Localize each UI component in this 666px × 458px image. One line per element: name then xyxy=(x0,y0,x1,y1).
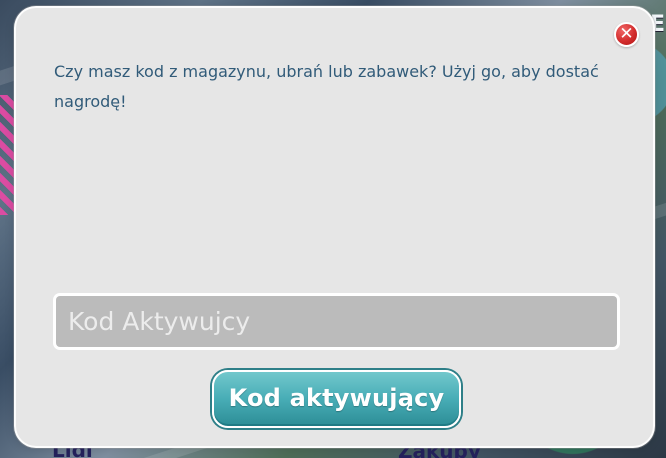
dialog-message: Czy masz kod z magazynu, ubrań lub zabaw… xyxy=(54,62,599,111)
activate-code-button[interactable]: Kod aktywujący xyxy=(212,370,461,428)
activation-code-input[interactable] xyxy=(56,296,617,347)
activation-code-dialog: ✕ Czy masz kod z magazynu, ubrań lub zab… xyxy=(14,6,655,448)
close-icon: ✕ xyxy=(619,24,634,44)
game-scene: UME Lidl Zakupy ✕ Czy masz kod z magazyn… xyxy=(0,0,666,458)
close-button[interactable]: ✕ xyxy=(614,22,639,47)
activation-code-field-wrapper xyxy=(53,293,620,350)
